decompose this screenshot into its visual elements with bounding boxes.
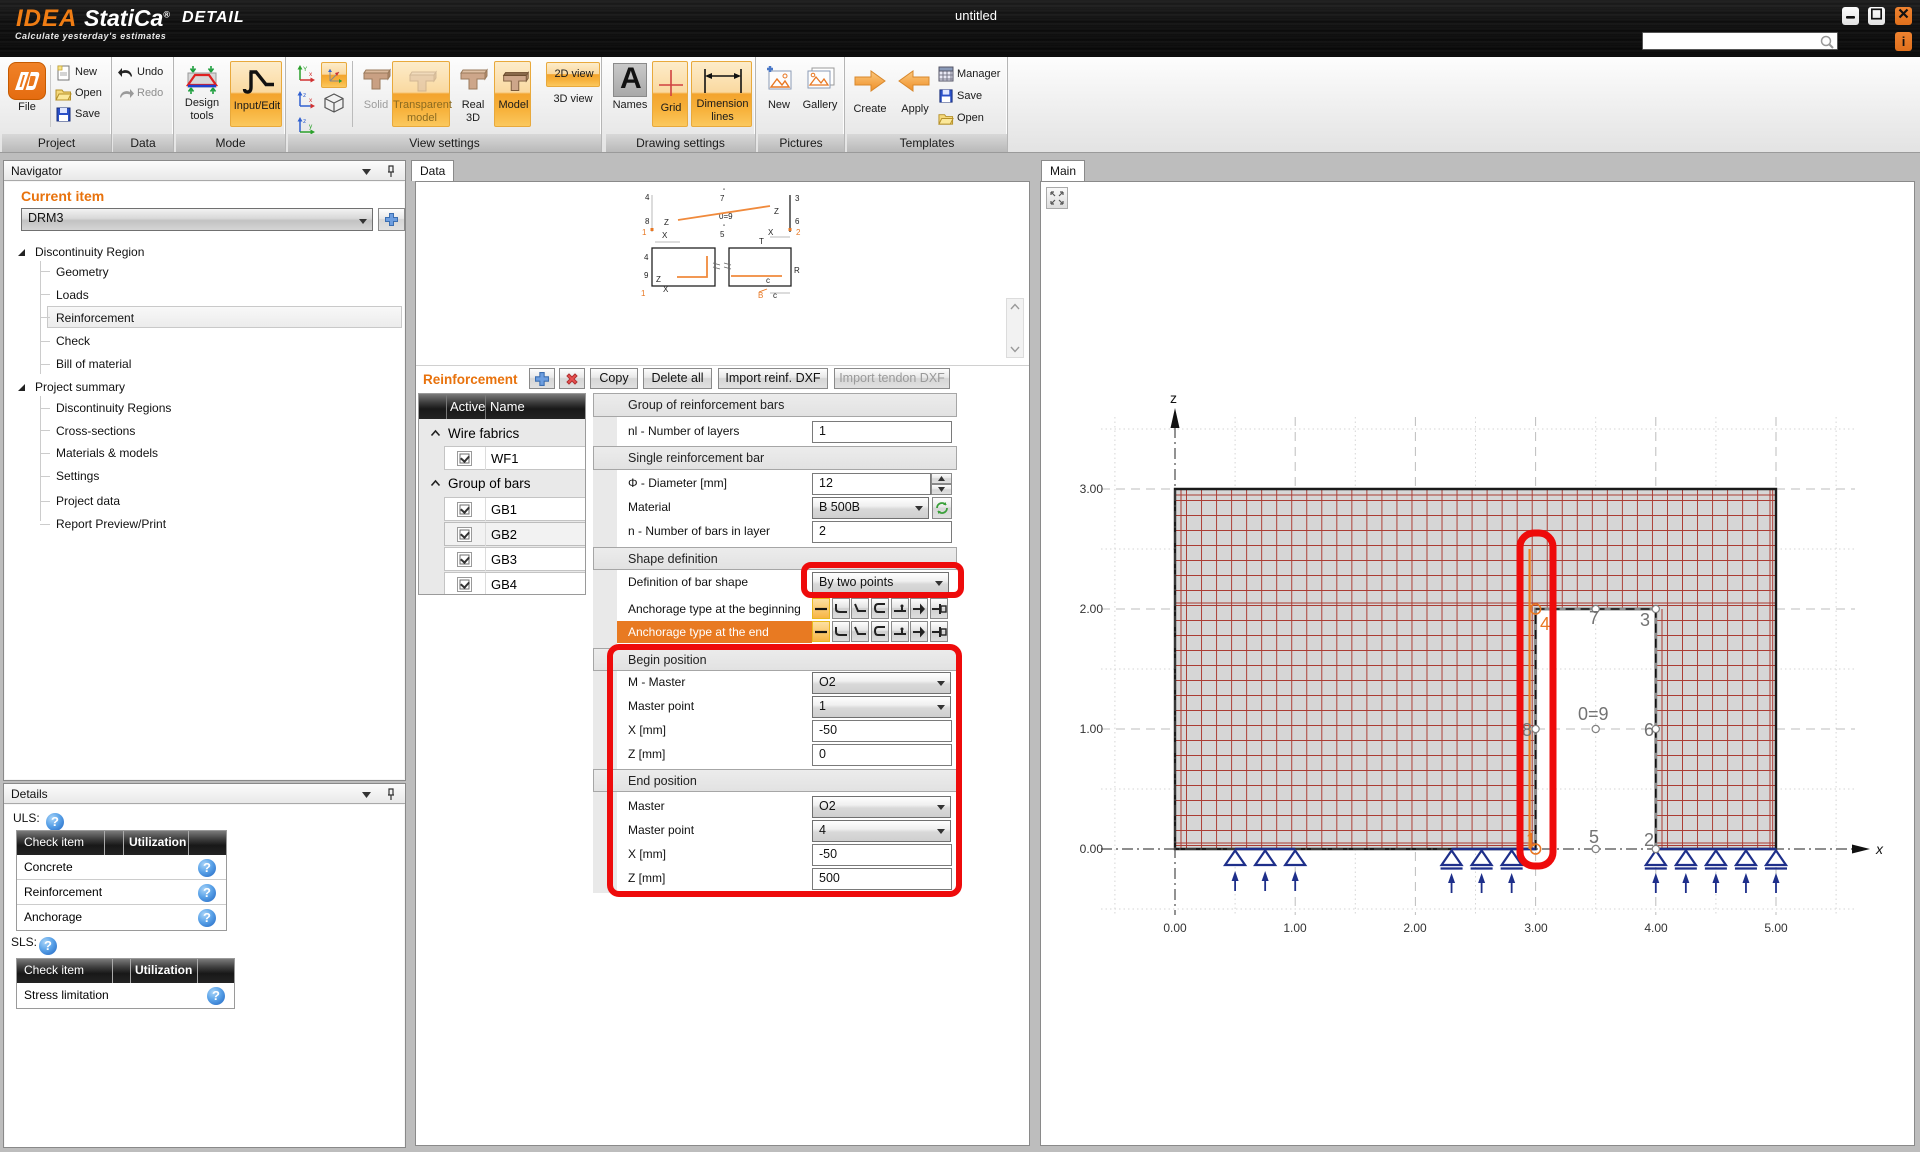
svg-text:Z: Z bbox=[656, 275, 661, 284]
svg-text:y: y bbox=[309, 123, 313, 130]
svg-text:6: 6 bbox=[1644, 720, 1654, 740]
svg-text:5: 5 bbox=[720, 230, 725, 239]
svg-text:0.00: 0.00 bbox=[1080, 842, 1104, 856]
svg-text:'': '' bbox=[723, 189, 725, 195]
svg-text:R: R bbox=[794, 266, 800, 275]
svg-text:7: 7 bbox=[1589, 608, 1599, 628]
svg-text:1.00: 1.00 bbox=[1080, 722, 1104, 736]
svg-text:x: x bbox=[309, 97, 313, 104]
svg-text:x: x bbox=[1875, 841, 1884, 857]
svg-text:5.00: 5.00 bbox=[1764, 921, 1788, 935]
svg-text:2.00: 2.00 bbox=[1403, 921, 1427, 935]
svg-text:x: x bbox=[309, 71, 313, 78]
svg-text:4: 4 bbox=[1540, 614, 1550, 634]
svg-text:z: z bbox=[1170, 390, 1177, 406]
svg-text:2.00: 2.00 bbox=[1080, 602, 1104, 616]
svg-text:z: z bbox=[303, 92, 306, 99]
svg-text:2: 2 bbox=[1644, 830, 1654, 850]
svg-text:8: 8 bbox=[1522, 720, 1532, 740]
svg-text:1: 1 bbox=[1526, 830, 1536, 850]
svg-text:1.00: 1.00 bbox=[1283, 921, 1307, 935]
svg-text:3: 3 bbox=[795, 194, 800, 203]
svg-text:X: X bbox=[768, 228, 774, 237]
svg-text:9: 9 bbox=[644, 271, 649, 280]
svg-text:3: 3 bbox=[1640, 610, 1650, 630]
svg-text:1: 1 bbox=[642, 228, 647, 237]
svg-text:3.00: 3.00 bbox=[1524, 921, 1548, 935]
svg-text:c: c bbox=[773, 291, 777, 300]
svg-text:4: 4 bbox=[644, 253, 649, 262]
svg-text:c: c bbox=[766, 276, 770, 285]
svg-text:2: 2 bbox=[796, 228, 801, 237]
svg-text:3.00: 3.00 bbox=[1080, 482, 1104, 496]
svg-text:5: 5 bbox=[1589, 827, 1599, 847]
svg-text:'': '' bbox=[723, 225, 725, 231]
svg-text:Z: Z bbox=[664, 218, 669, 227]
svg-text:8: 8 bbox=[645, 217, 650, 226]
svg-text:X: X bbox=[662, 231, 668, 240]
svg-text:T: T bbox=[759, 237, 764, 246]
svg-text:7: 7 bbox=[720, 194, 725, 203]
svg-text:Y: Y bbox=[303, 66, 308, 73]
svg-text:6: 6 bbox=[795, 217, 800, 226]
svg-text:0.00: 0.00 bbox=[1163, 921, 1187, 935]
svg-text:B: B bbox=[758, 291, 763, 300]
svg-text:1: 1 bbox=[641, 289, 646, 298]
svg-text:z: z bbox=[303, 118, 306, 125]
svg-text:4.00: 4.00 bbox=[1644, 921, 1668, 935]
svg-text:Z: Z bbox=[774, 207, 779, 216]
svg-text:X: X bbox=[663, 285, 669, 294]
svg-text:4: 4 bbox=[645, 193, 650, 202]
svg-text:0=9: 0=9 bbox=[1578, 704, 1609, 724]
